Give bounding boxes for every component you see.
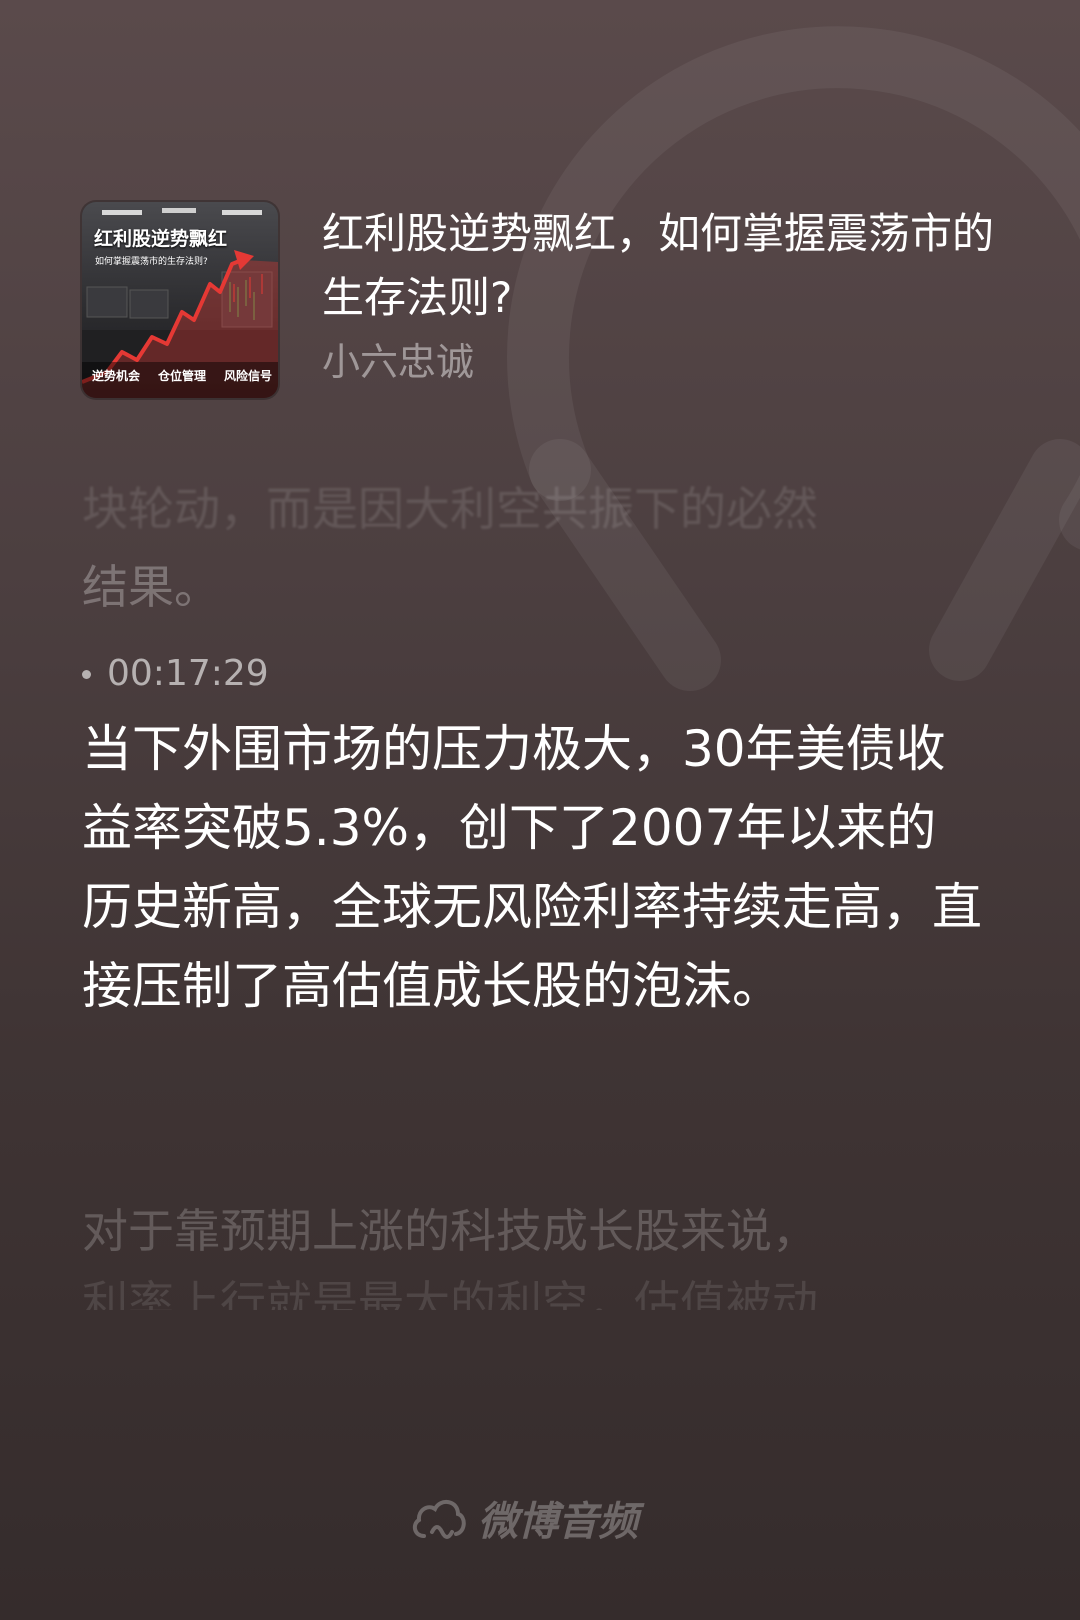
next-paragraph: 对于靠预期上涨的科技成长股来说， 利率上行就是最大的利空，估值被动 <box>82 1195 982 1310</box>
previous-end-line: 结果。 <box>82 560 220 614</box>
cover-tag: 风险信号 <box>223 369 272 383</box>
cover-subheadline: 如何掌握震荡市的生存法则? <box>95 257 208 267</box>
brand-name: 微博音频 <box>478 1499 638 1545</box>
paragraph-timestamp[interactable]: 00:17:29 <box>82 650 269 698</box>
previous-partial-line: 块轮动，而是因大利空共振下的必然 <box>82 482 818 536</box>
cover-tag: 逆势机会 <box>92 369 141 383</box>
cover-tags: 逆势机会 仓位管理 风险信号 <box>92 367 272 384</box>
transcript-panel[interactable]: 块轮动，而是因大利空共振下的必然 结果。 00:17:29 当下外围市场的压力极… <box>82 470 982 1310</box>
next-line: 对于靠预期上涨的科技成长股来说， <box>82 1204 818 1258</box>
podcast-header: 红利股逆势飘红 如何掌握震荡市的生存法则? 逆势机会 仓位管理 风险信号 红利股… <box>82 202 1002 402</box>
active-paragraph: 当下外围市场的压力极大，30年美债收益率突破5.3%，创下了2007年以来的历史… <box>82 720 982 1015</box>
cover-headline: 红利股逆势飘红 <box>94 228 228 250</box>
next-line-faded: 利率上行就是最大的利空，估值被动 <box>82 1276 818 1310</box>
previous-paragraph: 块轮动，而是因大利空共振下的必然 结果。 <box>82 470 982 626</box>
podcast-author[interactable]: 小六忠诚 <box>322 337 474 387</box>
podcast-cover[interactable]: 红利股逆势飘红 如何掌握震荡市的生存法则? 逆势机会 仓位管理 风险信号 <box>82 202 278 398</box>
timestamp-dot-icon <box>82 669 91 679</box>
brand-footer: 微博音频 <box>410 1488 638 1548</box>
cover-tag: 仓位管理 <box>157 369 206 383</box>
podcast-title: 红利股逆势飘红，如何掌握震荡市的生存法则? <box>322 209 995 322</box>
timestamp-text: 00:17:29 <box>107 653 269 694</box>
cloud-wave-icon <box>412 1500 466 1539</box>
